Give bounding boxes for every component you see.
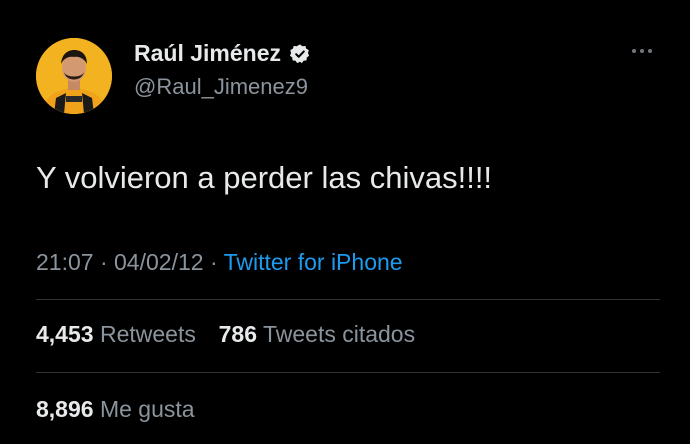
likes-stat[interactable]: 8,896 Me gusta: [36, 396, 195, 422]
tweet-source-link[interactable]: Twitter for iPhone: [224, 249, 403, 275]
quotes-stat[interactable]: 786 Tweets citados: [219, 321, 416, 347]
tweet-time[interactable]: 21:07: [36, 249, 94, 275]
engagement-stats-row: 4,453 Retweets 786 Tweets citados: [36, 321, 415, 348]
quotes-count: 786: [218, 321, 257, 347]
avatar[interactable]: [36, 38, 112, 114]
likes-label: Me gusta: [99, 396, 195, 422]
retweets-stat[interactable]: 4,453 Retweets: [36, 321, 202, 347]
tweet-detail: Raúl Jiménez @Raul_Jimenez9 Y volvieron …: [0, 0, 690, 444]
retweets-count: 4,453: [36, 321, 94, 347]
meta-separator: ·: [209, 249, 218, 275]
tweet-text: Y volvieron a perder las chivas!!!!: [36, 160, 493, 195]
likes-count: 8,896: [36, 396, 94, 422]
author-handle[interactable]: @Raul_Jimenez9: [134, 74, 308, 100]
avatar-image: [36, 38, 112, 114]
tweet-date[interactable]: 04/02/12: [114, 249, 204, 275]
verified-badge-icon: [289, 43, 311, 65]
more-dots-icon[interactable]: [632, 46, 660, 56]
likes-stats-row: 8,896 Me gusta: [36, 396, 195, 423]
retweets-label: Retweets: [99, 321, 196, 347]
author-display-name[interactable]: Raúl Jiménez: [134, 40, 281, 67]
divider: [36, 372, 660, 373]
meta-separator: ·: [99, 249, 108, 275]
quotes-label: Tweets citados: [262, 321, 416, 347]
author-name-row[interactable]: Raúl Jiménez: [134, 40, 311, 67]
divider: [36, 299, 660, 300]
tweet-meta: 21:07 · 04/02/12 · Twitter for iPhone: [36, 249, 403, 276]
